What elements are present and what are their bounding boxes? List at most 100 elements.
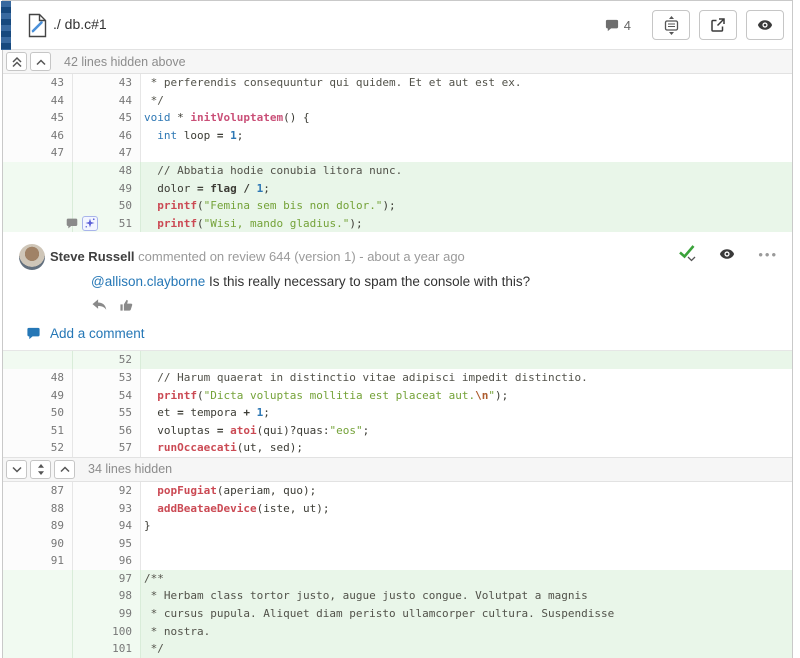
new-line-number[interactable]: 47 [73, 144, 141, 162]
open-in-new-window-button[interactable] [699, 10, 737, 40]
old-line-number[interactable]: 51 [3, 422, 73, 440]
code-line[interactable] [141, 535, 792, 553]
expand-all-hidden-button[interactable] [30, 460, 51, 479]
code-line[interactable] [141, 144, 792, 162]
diff-chunk-insert: 97/**98 * Herbam class tortor justo, aug… [3, 570, 792, 658]
old-line-number[interactable]: 52 [3, 439, 73, 457]
old-line-number[interactable] [3, 605, 73, 623]
old-line-number[interactable] [3, 180, 73, 198]
new-line-number[interactable]: 52 [73, 351, 141, 369]
new-line-number[interactable]: 48 [73, 162, 141, 180]
old-line-number[interactable] [3, 570, 73, 588]
code-line[interactable]: // Abbatia hodie conubia litora nunc. [141, 162, 792, 180]
old-line-number[interactable]: 45 [3, 109, 73, 127]
new-line-number[interactable]: 53 [73, 369, 141, 387]
code-line[interactable]: runOccaecati(ut, sed); [141, 439, 792, 457]
code-line[interactable]: * perferendis consequuntur qui quidem. E… [141, 74, 792, 92]
new-line-number[interactable]: 94 [73, 517, 141, 535]
avatar[interactable] [19, 244, 45, 270]
old-line-number[interactable]: 47 [3, 144, 73, 162]
code-line[interactable]: addBeataeDevice(iste, ut); [141, 500, 792, 518]
comment-visibility-button[interactable] [718, 246, 736, 262]
old-line-number[interactable] [3, 587, 73, 605]
line-flags[interactable] [65, 216, 98, 231]
more-menu-button[interactable]: ••• [758, 247, 778, 262]
new-line-number[interactable]: 98 [73, 587, 141, 605]
code-line[interactable]: * nostra. [141, 623, 792, 641]
diff-row: 5055 et = tempora + 1; [3, 404, 792, 422]
code-line[interactable]: */ [141, 640, 792, 658]
new-line-number[interactable]: 50 [73, 197, 141, 215]
eye-icon [756, 17, 774, 33]
code-line[interactable]: int loop = 1; [141, 127, 792, 145]
new-line-number[interactable]: 97 [73, 570, 141, 588]
new-line-number[interactable]: 101 [73, 640, 141, 658]
new-line-number[interactable]: 43 [73, 74, 141, 92]
new-line-number[interactable]: 95 [73, 535, 141, 553]
resolve-dropdown[interactable] [678, 244, 696, 264]
new-line-number[interactable]: 46 [73, 127, 141, 145]
new-line-number[interactable]: 92 [73, 482, 141, 500]
new-line-number[interactable]: 49 [73, 180, 141, 198]
mention-link[interactable]: @allison.clayborne [91, 274, 205, 289]
old-line-number[interactable]: 46 [3, 127, 73, 145]
old-line-number[interactable] [3, 351, 73, 369]
code-line[interactable]: printf("Dicta voluptas mollitia est plac… [141, 387, 792, 405]
code-line[interactable]: } [141, 517, 792, 535]
diff-row: 100 * nostra. [3, 623, 792, 641]
code-line[interactable] [141, 351, 792, 369]
old-line-number[interactable]: 91 [3, 552, 73, 570]
code-line[interactable]: // Harum quaerat in distinctio vitae adi… [141, 369, 792, 387]
like-button[interactable] [119, 298, 134, 312]
expand-below-button[interactable] [6, 460, 27, 479]
old-line-number[interactable]: 43 [3, 74, 73, 92]
code-line[interactable]: */ [141, 92, 792, 110]
code-line[interactable]: dolor = flag / 1; [141, 180, 792, 198]
new-line-number[interactable]: 51 [73, 215, 141, 233]
expand-collapse-file-button[interactable] [652, 10, 690, 40]
code-line[interactable]: printf("Wisi, mando gladius."); [141, 215, 792, 233]
old-line-number[interactable]: 89 [3, 517, 73, 535]
new-line-number[interactable]: 100 [73, 623, 141, 641]
old-line-number[interactable] [3, 623, 73, 641]
code-line[interactable]: popFugiat(aperiam, quo); [141, 482, 792, 500]
chevron-up-icon [35, 56, 47, 68]
add-comment-link[interactable]: Add a comment [25, 326, 145, 341]
code-line[interactable]: printf("Femina sem bis non dolor."); [141, 197, 792, 215]
expand-above-button[interactable] [30, 52, 51, 71]
old-line-number[interactable] [3, 640, 73, 658]
code-line[interactable]: void * initVoluptatem() { [141, 109, 792, 127]
old-line-number[interactable]: 50 [3, 404, 73, 422]
old-line-number[interactable]: 90 [3, 535, 73, 553]
new-line-number[interactable]: 57 [73, 439, 141, 457]
new-line-number[interactable]: 93 [73, 500, 141, 518]
ai-sparkle-icon[interactable] [82, 216, 98, 231]
new-line-number[interactable]: 99 [73, 605, 141, 623]
expand-all-above-button[interactable] [6, 52, 27, 71]
old-line-number[interactable] [3, 215, 73, 233]
new-line-number[interactable]: 45 [73, 109, 141, 127]
old-line-number[interactable] [3, 162, 73, 180]
new-line-number[interactable]: 56 [73, 422, 141, 440]
code-line[interactable]: * cursus pupula. Aliquet diam peristo ul… [141, 605, 792, 623]
new-line-number[interactable]: 44 [73, 92, 141, 110]
old-line-number[interactable]: 88 [3, 500, 73, 518]
expand-up-button[interactable] [54, 460, 75, 479]
code-line[interactable] [141, 552, 792, 570]
diff-row: 50 printf("Femina sem bis non dolor."); [3, 197, 792, 215]
old-line-number[interactable] [3, 197, 73, 215]
code-line[interactable]: /** [141, 570, 792, 588]
comment-flag-icon[interactable] [65, 217, 79, 230]
old-line-number[interactable]: 44 [3, 92, 73, 110]
toggle-visibility-button[interactable] [746, 10, 784, 40]
new-line-number[interactable]: 54 [73, 387, 141, 405]
new-line-number[interactable]: 96 [73, 552, 141, 570]
code-line[interactable]: et = tempora + 1; [141, 404, 792, 422]
code-line[interactable]: * Herbam class tortor justo, augue justo… [141, 587, 792, 605]
old-line-number[interactable]: 49 [3, 387, 73, 405]
code-line[interactable]: voluptas = atoi(qui)?quas:"eos"; [141, 422, 792, 440]
old-line-number[interactable]: 48 [3, 369, 73, 387]
reply-button[interactable] [91, 298, 108, 312]
new-line-number[interactable]: 55 [73, 404, 141, 422]
old-line-number[interactable]: 87 [3, 482, 73, 500]
